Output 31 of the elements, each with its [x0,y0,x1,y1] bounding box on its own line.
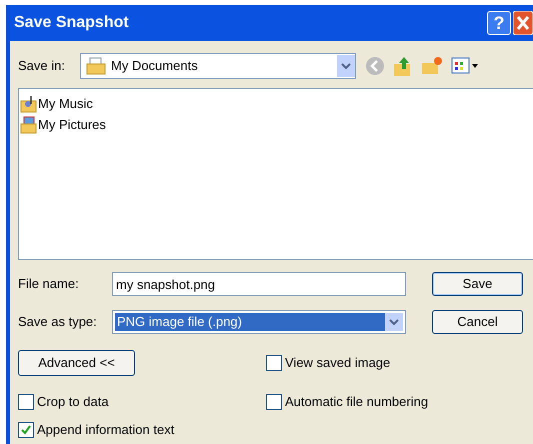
save-as-type-label: Save as type: [18,313,98,332]
checkbox[interactable] [18,422,34,438]
save-in-label: Save in: [18,57,66,76]
save-button[interactable]: Save [432,272,523,296]
checkbox-label: Crop to data [37,393,109,412]
view-menu-icon[interactable] [451,56,479,76]
folder-icon [86,57,106,75]
checkbox-label: Automatic file numbering [285,393,428,412]
file-item[interactable]: My Music [38,94,93,114]
checkbox[interactable] [266,394,282,410]
save-in-dropdown[interactable]: My Documents [80,53,356,79]
checkbox-label: View saved image [285,354,390,372]
window-title: Save Snapshot [14,13,129,33]
pictures-folder-icon [20,116,38,134]
advanced-button[interactable]: Advanced << [18,350,135,376]
save-as-type-dropdown[interactable]: PNG image file (.png) [112,310,406,334]
cancel-button[interactable]: Cancel [432,310,523,334]
file-name-label: File name: [18,275,80,294]
caret-icon [385,313,403,331]
checkbox[interactable] [18,394,34,410]
close-icon[interactable] [513,11,533,35]
check-icon [21,425,31,435]
checkbox[interactable] [266,355,282,371]
file-name-field[interactable]: my snapshot.png [112,272,406,296]
caret-icon [337,55,355,77]
help-button[interactable]: ? [487,11,511,35]
checkbox-label: Append information text [37,421,174,440]
music-folder-icon [20,94,38,112]
up-folder-icon[interactable] [393,55,413,77]
new-folder-icon[interactable] [421,56,443,76]
file-item[interactable]: My Pictures [38,114,106,134]
